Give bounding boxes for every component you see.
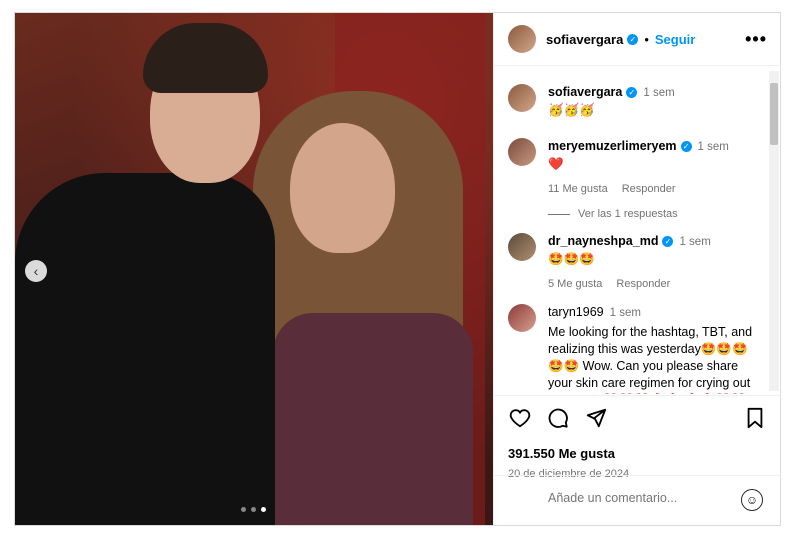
save-bookmark-icon[interactable] xyxy=(743,406,767,430)
photo-person-man-body xyxy=(15,173,275,525)
replies-divider xyxy=(548,213,570,215)
comment-time: 1 sem xyxy=(697,141,729,153)
carousel-dot-active xyxy=(261,507,266,512)
caption-time: 1 sem xyxy=(643,87,675,99)
comment-username[interactable]: dr_nayneshpa_md xyxy=(548,234,658,248)
post-photo[interactable]: ‹ xyxy=(15,13,493,525)
author-username[interactable]: sofiavergara xyxy=(546,32,623,47)
instagram-post: ‹ sofiavergara ✓ • Seguir ••• sofiaverga… xyxy=(14,12,781,526)
post-sidebar: sofiavergara ✓ • Seguir ••• sofiavergara… xyxy=(493,13,781,525)
comment-username[interactable]: meryemuzerlimeryem xyxy=(548,139,677,153)
add-comment-bar: ☺ xyxy=(494,475,781,526)
likes-count[interactable]: 391.550 Me gusta xyxy=(508,446,615,461)
like-comment-heart-icon[interactable]: ♡ xyxy=(780,146,781,162)
more-options-icon[interactable]: ••• xyxy=(745,29,767,50)
carousel-dot xyxy=(251,507,256,512)
carousel-dots xyxy=(241,507,266,512)
comment-bubble-icon[interactable] xyxy=(546,406,570,430)
separator: • xyxy=(644,31,649,47)
follow-button[interactable]: Seguir xyxy=(655,32,695,47)
caption-username[interactable]: sofiavergara xyxy=(548,85,622,99)
like-heart-icon[interactable] xyxy=(508,406,532,430)
author-avatar[interactable] xyxy=(508,25,536,53)
comment: taryn1969 1 sem Me looking for the hashta… xyxy=(508,304,781,394)
like-comment-heart-icon[interactable]: ♡ xyxy=(780,359,781,375)
chevron-left-icon: ‹ xyxy=(33,263,39,279)
post-header: sofiavergara ✓ • Seguir ••• xyxy=(494,13,781,66)
verified-badge-icon: ✓ xyxy=(662,236,674,248)
caption: sofiavergara ✓ 1 sem 🥳🥳🥳 xyxy=(508,84,760,119)
photo-person-woman-face xyxy=(290,123,395,253)
caption-text: 🥳🥳🥳 xyxy=(548,103,595,117)
reply-button[interactable]: Responder xyxy=(616,276,670,293)
comment-text: Me looking for the hashtag, TBT, and rea… xyxy=(548,325,753,394)
comment-text: 🤩🤩🤩 xyxy=(548,252,595,266)
reply-button[interactable]: Responder xyxy=(622,181,676,198)
comments-scrollbar[interactable] xyxy=(769,71,779,391)
comment: dr_nayneshpa_md ✓ 1 sem 🤩🤩🤩 5 Me gusta Resp… xyxy=(508,233,781,293)
comment-input[interactable] xyxy=(546,490,730,506)
comment-text: ❤️ xyxy=(548,157,564,171)
caption-avatar[interactable] xyxy=(508,84,536,112)
share-send-icon[interactable] xyxy=(584,406,608,430)
carousel-dot xyxy=(241,507,246,512)
comment-time: 1 sem xyxy=(679,236,711,248)
view-replies-label: Ver las 1 respuestas xyxy=(578,208,678,220)
comments-list[interactable]: sofiavergara ✓ 1 sem 🥳🥳🥳 meryemuzerlimerye… xyxy=(494,66,781,394)
verified-badge-icon: ✓ xyxy=(627,33,639,45)
previous-image-button[interactable]: ‹ xyxy=(25,260,47,282)
comment-avatar[interactable] xyxy=(508,304,536,332)
comment: meryemuzerlimeryem ✓ 1 sem ❤️ 11 Me gusta R… xyxy=(508,138,781,198)
comment-avatar[interactable] xyxy=(508,138,536,166)
comment-avatar[interactable] xyxy=(508,233,536,261)
emoji-icon[interactable]: ☺ xyxy=(741,489,763,511)
verified-badge-icon: ✓ xyxy=(680,141,692,153)
scrollbar-thumb[interactable] xyxy=(770,83,778,145)
comment-likes[interactable]: 5 Me gusta xyxy=(548,276,602,293)
like-comment-heart-icon[interactable]: ♡ xyxy=(780,241,781,257)
view-replies-button[interactable]: Ver las 1 respuestas xyxy=(548,208,678,220)
verified-badge-icon: ✓ xyxy=(626,87,638,99)
comment-likes[interactable]: 11 Me gusta xyxy=(548,181,608,198)
photo-person-woman-body xyxy=(273,313,473,525)
comment-username[interactable]: taryn1969 xyxy=(548,305,604,319)
comment-time: 1 sem xyxy=(609,307,641,319)
